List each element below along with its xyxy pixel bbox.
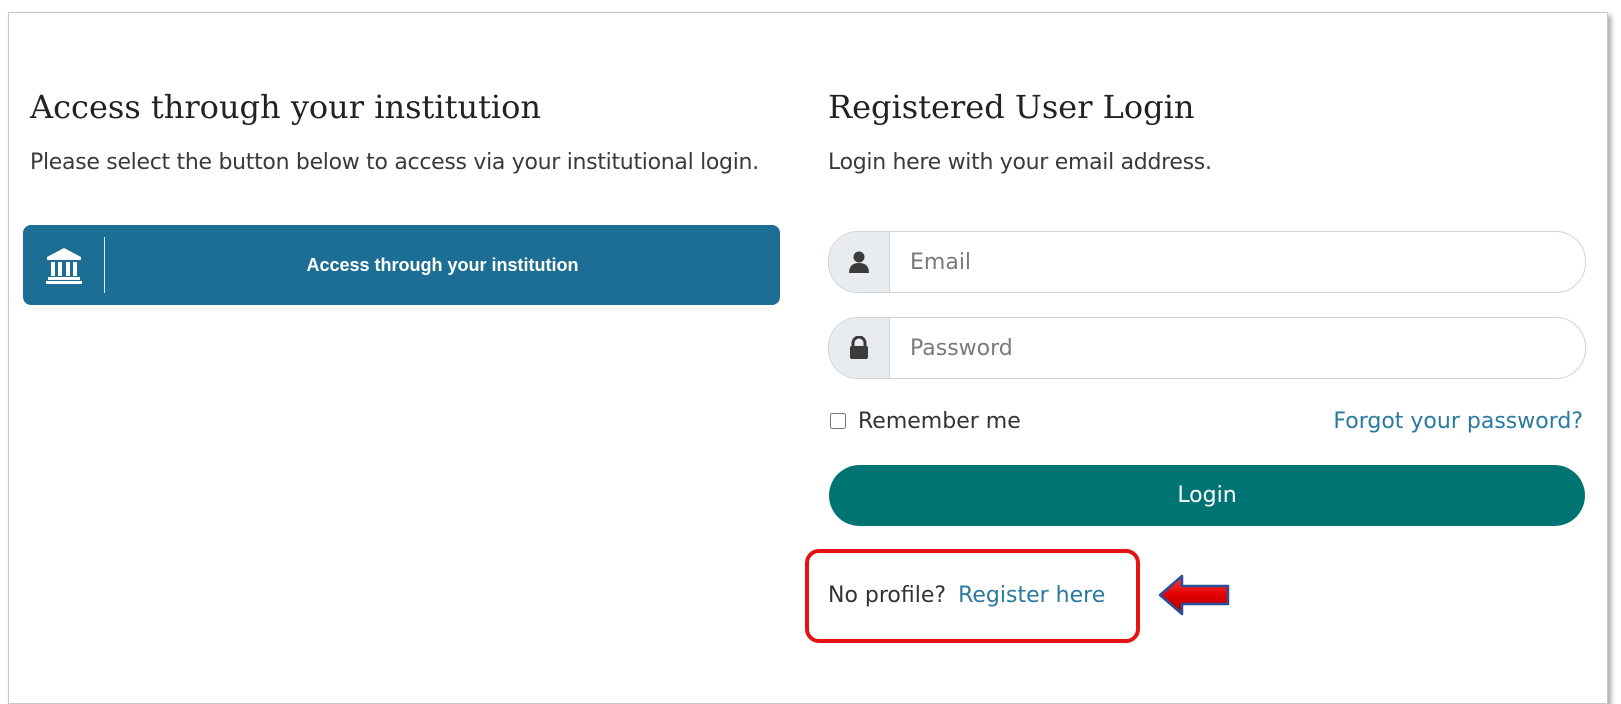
register-link[interactable]: Register here — [958, 583, 1105, 608]
institution-description: Please select the button below to access… — [30, 150, 759, 175]
institution-building-icon — [23, 225, 104, 305]
lock-icon — [829, 318, 890, 378]
institution-heading: Access through your institution — [30, 88, 542, 126]
arrow-left-icon — [1158, 574, 1230, 616]
login-description: Login here with your email address. — [828, 150, 1212, 175]
no-profile-text: No profile? — [828, 582, 947, 608]
password-field-group — [828, 317, 1586, 379]
forgot-password-link[interactable]: Forgot your password? — [1333, 404, 1583, 438]
user-icon — [829, 232, 890, 292]
remember-me[interactable]: Remember me — [828, 404, 1021, 438]
remember-me-label: Remember me — [858, 408, 1021, 434]
email-field-group — [828, 231, 1586, 293]
login-button[interactable]: Login — [829, 465, 1585, 526]
password-input[interactable] — [890, 318, 1585, 378]
register-prompt: No profile? Register here — [828, 578, 1105, 612]
access-institution-button[interactable]: Access through your institution — [23, 225, 780, 305]
email-input[interactable] — [890, 232, 1585, 292]
access-institution-label: Access through your institution — [306, 254, 579, 275]
remember-me-checkbox[interactable] — [830, 413, 846, 429]
login-heading: Registered User Login — [828, 88, 1195, 126]
